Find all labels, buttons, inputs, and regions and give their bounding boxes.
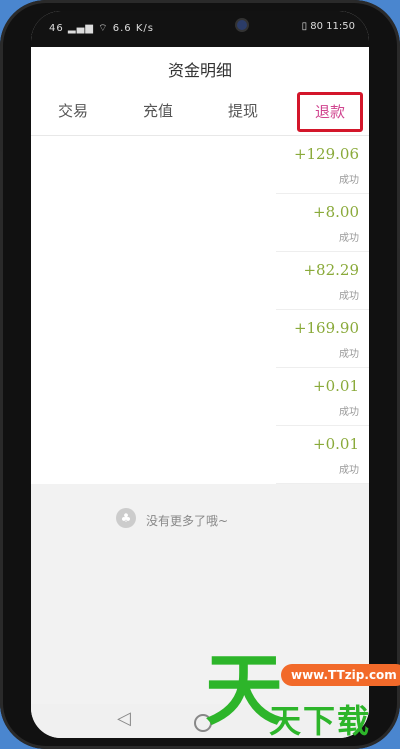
amount: +8.00 [313, 203, 359, 221]
status-label: 成功 [339, 465, 359, 476]
amount: +169.90 [293, 319, 359, 337]
page-header: 资金明细 [31, 47, 369, 88]
tab-trade[interactable]: 交易 [43, 100, 103, 121]
no-more-text: 没有更多了哦~ [146, 514, 229, 528]
no-more-notice: ♣ 没有更多了哦~ [116, 508, 229, 529]
status-bar: 46 ▂▄▆ ⌔ 6.6 K/s ▯ 80 11:50 [31, 11, 369, 47]
volume-button [0, 150, 2, 210]
phone-frame: 46 ▂▄▆ ⌔ 6.6 K/s ▯ 80 11:50 资金明细 交易 充值 提… [0, 0, 400, 749]
tab-withdraw[interactable]: 提现 [213, 100, 273, 121]
page-title: 资金明细 [167, 61, 232, 80]
list-item[interactable]: +82.29 成功 [276, 252, 369, 310]
watermark-url: www.TTzip.com [281, 664, 400, 686]
status-right: ▯ 80 11:50 [301, 21, 355, 32]
amount: +0.01 [313, 435, 359, 453]
status-label: 成功 [339, 407, 359, 418]
refund-list: +129.06 成功 +8.00 成功 +82.29 成功 +169.90 成功… [31, 136, 369, 484]
camera-icon [237, 20, 247, 30]
list-item[interactable]: +129.06 成功 [276, 136, 369, 194]
watermark-text: 天下载 [269, 702, 372, 740]
screen: 46 ▂▄▆ ⌔ 6.6 K/s ▯ 80 11:50 资金明细 交易 充值 提… [31, 11, 369, 738]
tab-bar: 交易 充值 提现 退款 [31, 87, 369, 136]
list-item[interactable]: +0.01 成功 [276, 426, 369, 484]
amount: +82.29 [303, 261, 359, 279]
status-label: 成功 [339, 233, 359, 244]
tab-recharge[interactable]: 充值 [128, 100, 188, 121]
tab-refund[interactable]: 退款 [297, 92, 363, 132]
list-item[interactable]: +8.00 成功 [276, 194, 369, 252]
status-label: 成功 [339, 291, 359, 302]
back-icon[interactable]: ◁ [117, 708, 131, 729]
list-item[interactable]: +0.01 成功 [276, 368, 369, 426]
status-label: 成功 [339, 175, 359, 186]
amount: +129.06 [293, 145, 359, 163]
amount: +0.01 [313, 377, 359, 395]
mushroom-icon: ♣ [116, 508, 136, 528]
status-left: 46 ▂▄▆ ⌔ 6.6 K/s [49, 23, 154, 34]
status-label: 成功 [339, 349, 359, 360]
list-item[interactable]: +169.90 成功 [276, 310, 369, 368]
